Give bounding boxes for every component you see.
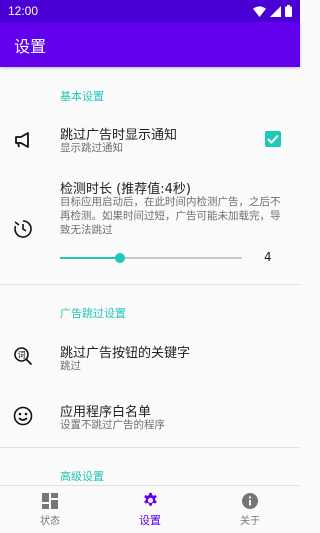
- bottom-nav: 状态 设置 关于: [0, 485, 300, 533]
- wifi-icon: [253, 5, 266, 17]
- section-header-ad-skip: 广告跳过设置: [60, 307, 126, 320]
- battery-icon: [285, 5, 292, 17]
- smiley-icon: [12, 405, 34, 427]
- signal-icon: [270, 5, 281, 17]
- duration-value: 4: [264, 250, 272, 264]
- status-time: 12:00: [8, 4, 39, 18]
- checkmark-icon: [267, 134, 279, 144]
- page-title: 设置: [14, 36, 47, 56]
- section-header-basic: 基本设置: [60, 90, 104, 103]
- duration-subtitle: 目标应用启动后，在此时间内检测广告，之后不再检测。如果时间过短，广告可能未加载完…: [60, 196, 281, 236]
- info-icon: [242, 492, 258, 509]
- settings-list[interactable]: 基本设置 跳过广告时显示通知 显示跳过通知 检测时长 (推荐值:4秒) 目标应用…: [0, 67, 300, 485]
- nav-status-label: 状态: [40, 515, 60, 527]
- gear-icon: [143, 492, 157, 506]
- duration-slider[interactable]: [60, 253, 242, 263]
- notify-checkbox[interactable]: [265, 131, 281, 147]
- whitelist-subtitle: 设置不跳过广告的程序: [60, 419, 165, 431]
- dashboard-icon: [42, 492, 58, 509]
- search-word-icon: 词: [12, 345, 34, 367]
- timer-icon: [12, 218, 34, 240]
- divider: [0, 447, 300, 448]
- divider: [0, 284, 300, 285]
- megaphone-icon: [13, 129, 35, 151]
- nav-settings[interactable]: 设置: [100, 486, 200, 533]
- svg-text:词: 词: [18, 351, 26, 360]
- notify-subtitle: 显示跳过通知: [60, 142, 123, 154]
- nav-status[interactable]: 状态: [0, 486, 100, 533]
- status-icons: [253, 5, 292, 17]
- slider-thumb[interactable]: [115, 253, 126, 263]
- app-bar: 设置: [0, 22, 300, 67]
- nav-about-label: 关于: [240, 515, 260, 527]
- nav-about[interactable]: 关于: [200, 486, 300, 533]
- keywords-subtitle: 跳过: [60, 360, 81, 372]
- status-bar: 12:00: [0, 0, 300, 22]
- section-header-advanced: 高级设置: [60, 470, 104, 483]
- slider-fill: [60, 257, 121, 259]
- nav-settings-label: 设置: [139, 513, 161, 527]
